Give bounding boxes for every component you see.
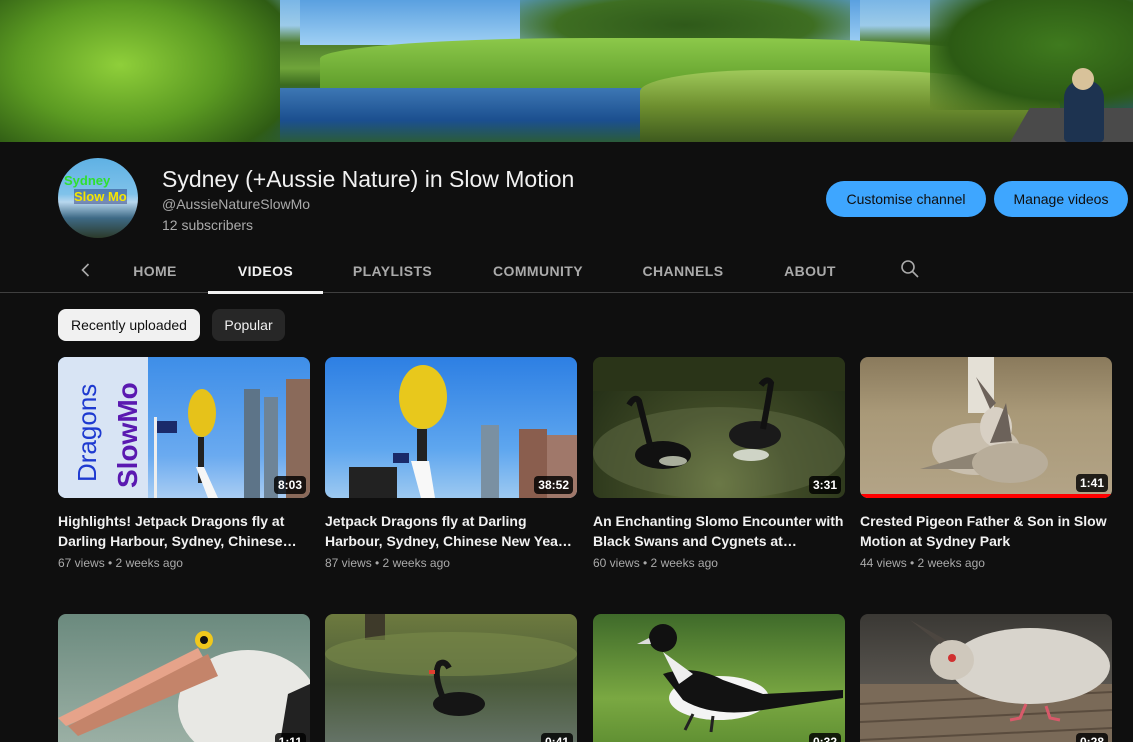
search-icon[interactable] bbox=[898, 257, 922, 281]
video-duration: 1:41 bbox=[1075, 474, 1108, 492]
video-title[interactable]: Jetpack Dragons fly at Darling Harbour, … bbox=[325, 511, 577, 551]
video-duration: 0:41 bbox=[540, 733, 573, 742]
video-thumbnail[interactable]: Dragons SlowMo 8:03 bbox=[58, 357, 310, 498]
video-thumbnail[interactable]: 1:11 bbox=[58, 614, 310, 742]
video-card[interactable]: 1:11 bbox=[58, 614, 310, 742]
video-meta: 44 views • 2 weeks ago bbox=[860, 556, 985, 570]
watch-progress-bar bbox=[860, 494, 1112, 498]
video-card[interactable]: 1:41 Crested Pigeon Father & Son in Slow… bbox=[860, 357, 1112, 570]
video-thumbnail[interactable]: 38:52 bbox=[325, 357, 577, 498]
avatar-text-line1: Sydney bbox=[64, 173, 111, 188]
channel-tabs: HOME VIDEOS PLAYLISTS COMMUNITY CHANNELS… bbox=[0, 248, 1133, 294]
tab-videos[interactable]: VIDEOS bbox=[208, 248, 323, 294]
video-title[interactable]: Crested Pigeon Father & Son in Slow Moti… bbox=[860, 511, 1112, 551]
tab-playlists[interactable]: PLAYLISTS bbox=[335, 248, 450, 293]
video-thumbnail[interactable]: 0:32 bbox=[593, 614, 845, 742]
avatar-text-line2: Slow Mo bbox=[74, 189, 127, 204]
video-card[interactable]: 0:32 bbox=[593, 614, 845, 742]
video-title[interactable]: An Enchanting Slomo Encounter with Black… bbox=[593, 511, 845, 551]
video-thumbnail[interactable]: 0:28 bbox=[860, 614, 1112, 742]
channel-avatar[interactable]: Sydney Slow Mo bbox=[58, 158, 138, 238]
thumb-text-slowmo: SlowMo bbox=[112, 382, 143, 488]
video-duration: 8:03 bbox=[273, 476, 306, 494]
video-thumbnail[interactable]: 0:41 bbox=[325, 614, 577, 742]
tab-community[interactable]: COMMUNITY bbox=[476, 248, 600, 293]
tab-about[interactable]: ABOUT bbox=[764, 248, 856, 293]
thumb-text-dragons: Dragons bbox=[72, 383, 102, 482]
video-card[interactable]: Dragons SlowMo 8:03 Highlights! Jetpack … bbox=[58, 357, 310, 570]
video-meta: 67 views • 2 weeks ago bbox=[58, 556, 183, 570]
chip-recently-uploaded[interactable]: Recently uploaded bbox=[58, 309, 200, 341]
tab-channels[interactable]: CHANNELS bbox=[627, 248, 739, 293]
channel-handle: @AussieNatureSlowMo bbox=[162, 196, 311, 212]
video-card[interactable]: 0:41 bbox=[325, 614, 577, 742]
video-duration: 38:52 bbox=[534, 476, 573, 494]
video-duration: 1:11 bbox=[274, 733, 306, 742]
video-duration: 3:31 bbox=[808, 476, 841, 494]
chevron-left-icon[interactable] bbox=[74, 258, 98, 282]
tab-home[interactable]: HOME bbox=[114, 248, 196, 293]
video-thumbnail[interactable]: 3:31 bbox=[593, 357, 845, 498]
video-meta: 87 views • 2 weeks ago bbox=[325, 556, 450, 570]
video-title[interactable]: Highlights! Jetpack Dragons fly at Darli… bbox=[58, 511, 310, 551]
chip-popular[interactable]: Popular bbox=[212, 309, 285, 341]
video-card[interactable]: 38:52 Jetpack Dragons fly at Darling Har… bbox=[325, 357, 577, 570]
subscriber-count: 12 subscribers bbox=[162, 217, 254, 233]
manage-videos-button[interactable]: Manage videos bbox=[994, 181, 1128, 217]
customise-channel-button[interactable]: Customise channel bbox=[826, 181, 986, 217]
video-duration: 0:28 bbox=[1075, 733, 1108, 742]
channel-title: Sydney (+Aussie Nature) in Slow Motion bbox=[162, 166, 575, 192]
channel-banner bbox=[0, 0, 1133, 142]
video-duration: 0:32 bbox=[808, 733, 841, 742]
video-thumbnail[interactable]: 1:41 bbox=[860, 357, 1112, 498]
video-card[interactable]: 3:31 An Enchanting Slomo Encounter with … bbox=[593, 357, 845, 570]
video-card[interactable]: 0:28 bbox=[860, 614, 1112, 742]
video-meta: 60 views • 2 weeks ago bbox=[593, 556, 718, 570]
